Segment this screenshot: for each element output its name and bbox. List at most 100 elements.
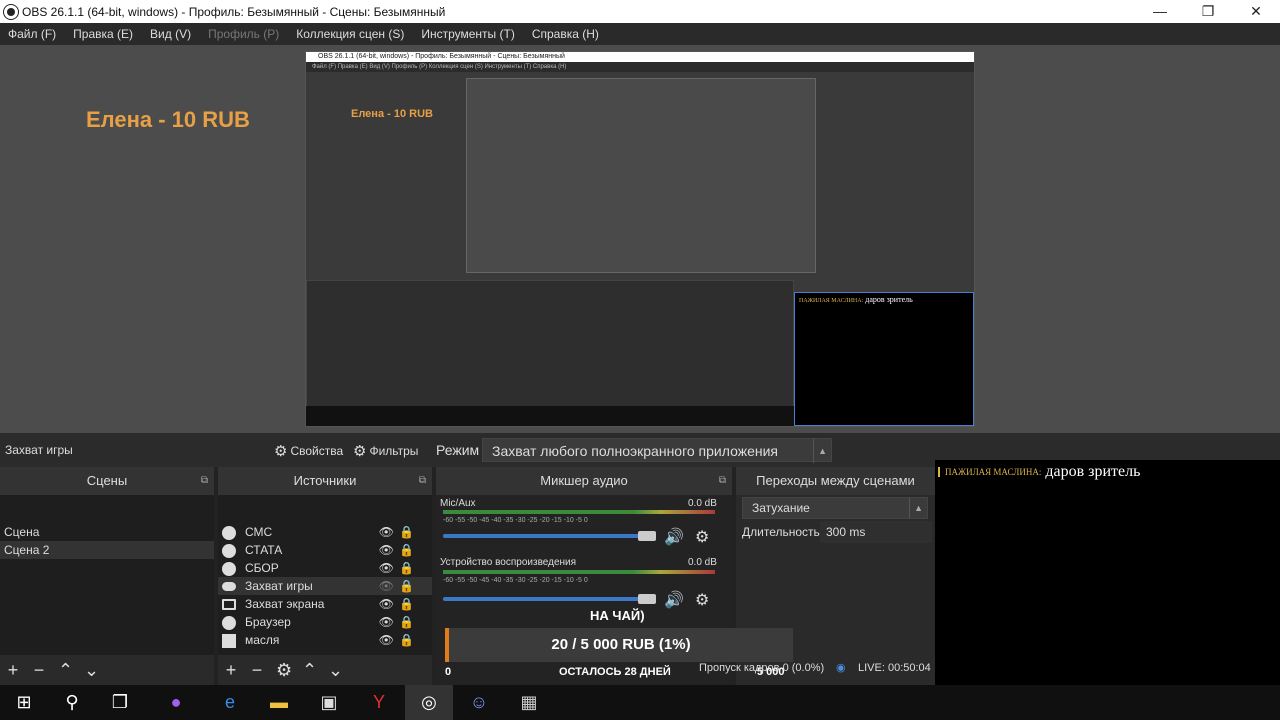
lock-icon[interactable]: 🔒 [399, 595, 414, 613]
mixer-header: Микшер аудио ⧉ [436, 467, 732, 495]
move-down-icon[interactable]: ⌄ [84, 660, 99, 681]
eye-icon[interactable]: 👁 [379, 541, 394, 559]
menu-help[interactable]: Справка (H) [532, 27, 599, 41]
chat-message: ПАЖИЛАЯ МАСЛИНА: даров зритель [938, 463, 1140, 481]
minimize-button[interactable]: — [1136, 0, 1184, 23]
nested-preview-inner [466, 78, 816, 273]
volume-slider-handle[interactable] [638, 531, 656, 541]
add-icon[interactable]: + [6, 660, 20, 681]
edge-icon[interactable]: e [206, 685, 254, 720]
store-icon[interactable]: ▣ [305, 685, 353, 720]
add-icon[interactable]: + [224, 660, 238, 681]
globe-icon [222, 561, 236, 576]
yandex-icon[interactable]: Y [355, 685, 403, 720]
scenes-title: Сцены [86, 473, 128, 488]
volume-slider[interactable] [443, 597, 653, 601]
menu-view[interactable]: Вид (V) [150, 27, 191, 41]
nested-donor-label: Елена - 10 RUB [351, 108, 433, 120]
source-label: Захват игры [245, 579, 313, 593]
task-view-icon[interactable]: ❐ [96, 685, 144, 720]
eye-icon[interactable]: 👁 [379, 523, 394, 541]
source-item[interactable]: Захват экрана 👁 🔒 [218, 595, 432, 613]
nested-menu: Файл (F) Правка (E) Вид (V) Профиль (P) … [306, 62, 974, 72]
chevron-updown-icon: ▲ [909, 498, 923, 518]
maximize-button[interactable]: ❐ [1184, 0, 1232, 23]
discord-icon[interactable]: ☺ [455, 685, 503, 720]
transition-value: Затухание [752, 501, 810, 515]
eye-icon[interactable]: 👁 [379, 613, 394, 631]
source-item[interactable]: СМС 👁 🔒 [218, 523, 432, 541]
eye-icon[interactable]: 👁 [379, 559, 394, 577]
goal-min: 0 [445, 666, 452, 678]
transitions-title: Переходы между сценами [756, 473, 915, 488]
donor-label: Елена - 10 RUB [86, 107, 250, 132]
mode-value: Захват любого полноэкранного приложения [492, 443, 778, 459]
lock-icon[interactable]: 🔒 [399, 613, 414, 631]
mixer-channel-name: Mic/Aux [440, 498, 476, 509]
properties-button[interactable]: ⚙ Свойства [274, 442, 343, 460]
source-item[interactable]: Браузер 👁 🔒 [218, 613, 432, 631]
transition-select[interactable]: Затухание ▲ [742, 497, 928, 519]
menu-tools[interactable]: Инструменты (T) [421, 27, 514, 41]
source-label: СМС [245, 525, 273, 539]
gear-icon[interactable]: ⚙ [695, 527, 709, 547]
obs-icon[interactable]: ◎ [405, 685, 453, 720]
speaker-icon[interactable]: 🔊 [664, 527, 684, 547]
lock-icon[interactable]: 🔒 [399, 523, 414, 541]
explorer-icon[interactable]: ▬ [255, 685, 303, 720]
undock-icon[interactable]: ⧉ [419, 467, 426, 495]
source-item[interactable]: Захват игры 👁 🔒 [218, 577, 432, 595]
lock-icon[interactable]: 🔒 [399, 631, 414, 649]
remove-icon[interactable]: − [250, 660, 264, 681]
remove-icon[interactable]: − [32, 660, 46, 681]
menu-edit[interactable]: Правка (E) [73, 27, 133, 41]
scene-item[interactable]: Сцена [0, 523, 214, 541]
source-item[interactable]: масля 👁 🔒 [218, 631, 432, 649]
preview-canvas[interactable]: Елена - 10 RUB OBS 26.1.1 (64-bit, windo… [0, 45, 1280, 433]
duration-input[interactable]: 300 ms [820, 521, 932, 543]
filters-button[interactable]: ⚙ Фильтры [353, 442, 418, 460]
alice-icon[interactable]: ● [152, 685, 200, 720]
search-icon[interactable]: ⚲ [48, 685, 96, 720]
windows-start-icon[interactable]: ⊞ [0, 685, 48, 720]
chat-text: даров зритель [1045, 463, 1141, 480]
sources-toolbar: + − ⚙ ⌃ ⌄ [218, 655, 432, 685]
undock-icon[interactable]: ⧉ [719, 467, 726, 495]
source-label: СТАТА [245, 543, 283, 557]
source-label: Браузер [245, 615, 291, 629]
source-item[interactable]: СТАТА 👁 🔒 [218, 541, 432, 559]
scene-label: Сцена 2 [4, 543, 50, 557]
selected-source-name: Захват игры [5, 443, 73, 457]
undock-icon[interactable]: ⧉ [201, 467, 208, 495]
nested-chat-user: ПАЖИЛАЯ МАСЛИНА: [799, 298, 864, 304]
nested-chat: ПАЖИЛАЯ МАСЛИНА: даров зритель [794, 292, 974, 426]
menu-file[interactable]: Файл (F) [8, 27, 56, 41]
properties-label: Свойства [290, 444, 344, 458]
lock-icon[interactable]: 🔒 [399, 541, 414, 559]
eye-icon[interactable]: 👁 [379, 595, 394, 613]
move-up-icon[interactable]: ⌃ [58, 660, 73, 681]
close-button[interactable]: ✕ [1232, 0, 1280, 23]
mode-select[interactable]: Захват любого полноэкранного приложения … [482, 438, 832, 463]
image-icon [222, 633, 236, 648]
chat-username: ПАЖИЛАЯ МАСЛИНА: [938, 467, 1041, 477]
gta-icon[interactable]: ▦ [505, 685, 553, 720]
volume-slider[interactable] [443, 534, 653, 538]
menu-scene-collection[interactable]: Коллекция сцен (S) [296, 27, 404, 41]
gear-icon[interactable]: ⚙ [276, 660, 292, 681]
move-down-icon[interactable]: ⌄ [328, 660, 343, 681]
menu-bar: Файл (F) Правка (E) Вид (V) Профиль (P) … [0, 23, 1280, 45]
lock-icon[interactable]: 🔒 [399, 559, 414, 577]
eye-hidden-icon[interactable]: 👁 [379, 577, 394, 595]
gear-icon[interactable]: ⚙ [695, 590, 709, 610]
scenes-list: Сцена Сцена 2 [0, 495, 214, 655]
meter-ticks: -60 -55 -50 -45 -40 -35 -30 -25 -20 -15 … [443, 577, 588, 584]
source-item[interactable]: СБОР 👁 🔒 [218, 559, 432, 577]
source-label: масля [245, 633, 280, 647]
volume-slider-handle[interactable] [638, 594, 656, 604]
lock-icon[interactable]: 🔒 [399, 577, 414, 595]
scene-item[interactable]: Сцена 2 [0, 541, 214, 559]
speaker-icon[interactable]: 🔊 [664, 590, 684, 610]
move-up-icon[interactable]: ⌃ [302, 660, 317, 681]
eye-icon[interactable]: 👁 [379, 631, 394, 649]
